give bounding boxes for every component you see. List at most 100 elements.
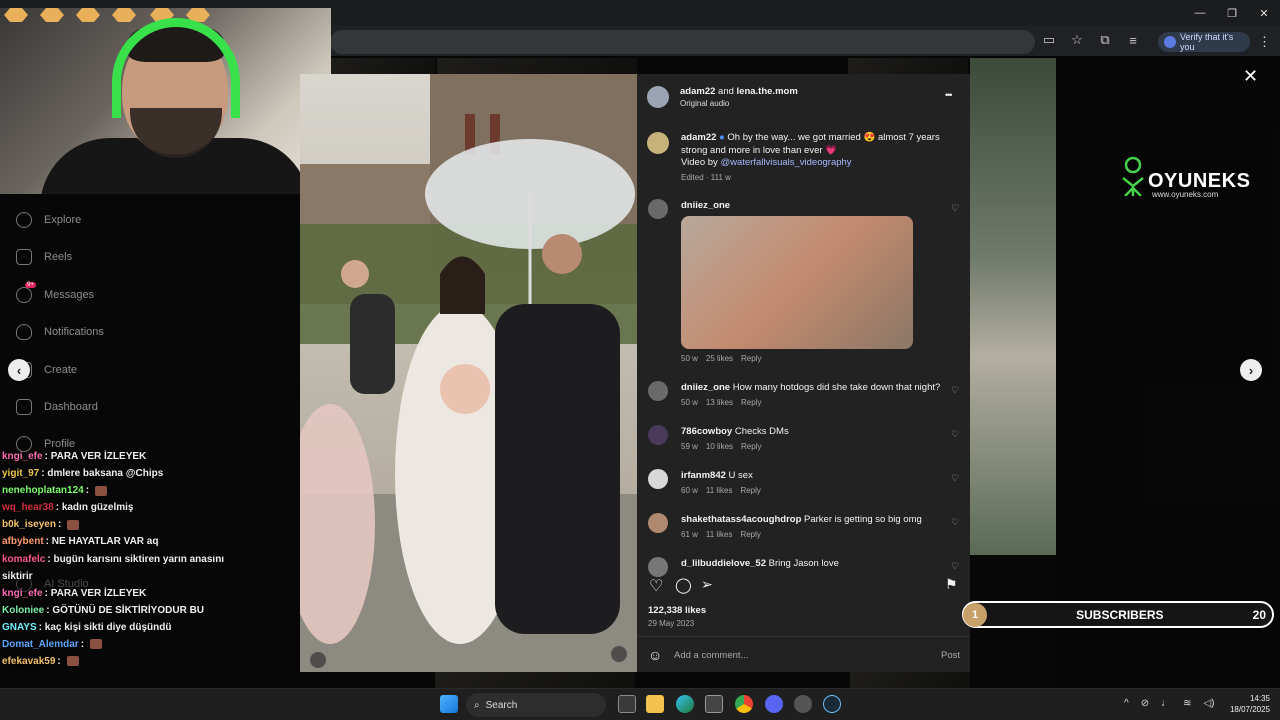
like-count[interactable]: 122,338 likes: [648, 605, 706, 616]
volume-icon[interactable]: ◁): [1203, 698, 1214, 709]
browser-menu-icon[interactable]: ⋮: [1258, 34, 1271, 50]
avatar[interactable]: [648, 513, 668, 533]
clock[interactable]: 14:35 18/07/2025: [1222, 693, 1270, 715]
chat-username[interactable]: kngi_efe: [2, 588, 43, 599]
chat-username[interactable]: Domat_Alemdar: [2, 639, 79, 650]
reply-button[interactable]: Reply: [740, 486, 760, 495]
comment-icon[interactable]: ◯: [675, 576, 692, 594]
comment-username[interactable]: d_lilbuddielove_52: [681, 558, 766, 569]
verify-identity-button[interactable]: Verify that it's you: [1158, 32, 1250, 52]
chat-username[interactable]: GNAYS: [2, 622, 37, 633]
minimize-button[interactable]: —: [1184, 2, 1216, 24]
comment-like-icon[interactable]: ♡: [951, 473, 959, 484]
taskbar-search[interactable]: ⌕ Search: [466, 693, 606, 717]
comment-time: 50 w: [681, 398, 698, 407]
reply-button[interactable]: Reply: [741, 354, 761, 363]
post-video[interactable]: [300, 74, 637, 672]
start-icon[interactable]: [440, 695, 458, 713]
save-icon[interactable]: ⚑: [945, 576, 958, 593]
chat-username[interactable]: b0k_iseyen: [2, 519, 56, 530]
author-username[interactable]: adam22: [680, 86, 715, 97]
close-window-button[interactable]: ✕: [1248, 2, 1280, 24]
next-post-button[interactable]: ›: [1240, 359, 1262, 381]
chat-username[interactable]: wq_hear38: [2, 502, 54, 513]
sponsor-logo: OYUNEKS www.oyuneks.com: [1118, 156, 1250, 206]
comment-like-icon[interactable]: ♡: [951, 517, 959, 528]
avatar[interactable]: [648, 381, 668, 401]
comment-like-icon[interactable]: ♡: [951, 385, 959, 396]
comment-input[interactable]: Add a comment...: [674, 650, 748, 661]
comment-like-icon[interactable]: ♡: [951, 561, 959, 572]
edge-icon[interactable]: [676, 695, 694, 713]
previous-post-button[interactable]: ‹: [8, 359, 30, 381]
avatar[interactable]: [648, 199, 668, 219]
avatar[interactable]: [648, 469, 668, 489]
emoji-icon[interactable]: ☺: [648, 647, 662, 663]
file-explorer-icon[interactable]: [646, 695, 664, 713]
caption-username[interactable]: adam22: [681, 132, 716, 143]
network-icon[interactable]: ⊘: [1141, 698, 1149, 709]
comment-username[interactable]: dniiez_one: [681, 382, 730, 393]
comment-time: 61 w: [681, 530, 698, 539]
avatar[interactable]: [647, 132, 669, 154]
chat-username[interactable]: komafelc: [2, 554, 45, 565]
avatar[interactable]: [648, 425, 668, 445]
comment-username[interactable]: shakethatass4acoughdrop: [681, 514, 801, 525]
microphone-icon[interactable]: ♩: [1161, 698, 1171, 709]
discord-icon[interactable]: [765, 695, 783, 713]
reading-list-icon[interactable]: ≡: [1124, 33, 1142, 48]
more-options-icon[interactable]: •••: [945, 90, 953, 100]
comment-likes[interactable]: 11 likes: [706, 530, 733, 539]
comment-likes[interactable]: 10 likes: [706, 442, 733, 451]
close-modal-button[interactable]: ✕: [1243, 66, 1258, 87]
chat-username[interactable]: yigit_97: [2, 468, 39, 479]
comment-username[interactable]: irfanm842: [681, 470, 726, 481]
comment-likes[interactable]: 13 likes: [706, 398, 733, 407]
share-icon[interactable]: ➢: [701, 576, 713, 593]
reply-button[interactable]: Reply: [741, 442, 761, 451]
comment-gif[interactable]: [681, 216, 913, 349]
sidebar-item-notifications[interactable]: Notifications: [16, 324, 104, 340]
comment-likes[interactable]: 25 likes: [706, 354, 733, 363]
chrome-icon[interactable]: [735, 695, 753, 713]
comment-likes[interactable]: 11 likes: [706, 486, 733, 495]
sidebar-item-reels[interactable]: Reels: [16, 249, 72, 265]
chat-username[interactable]: nenehoplatan124: [2, 485, 84, 496]
like-icon[interactable]: ♡: [649, 576, 663, 596]
sidebar-item-dashboard[interactable]: Dashboard: [16, 399, 98, 415]
post-comment-button[interactable]: Post: [941, 650, 960, 661]
comment-like-icon[interactable]: ♡: [951, 429, 959, 440]
chevron-up-icon[interactable]: ^: [1124, 698, 1129, 709]
chat-text: dmlere baksana @Chips: [47, 468, 164, 480]
steam-icon[interactable]: [823, 695, 841, 713]
chat-username[interactable]: afbybent: [2, 536, 44, 547]
reply-button[interactable]: Reply: [740, 530, 760, 539]
comment-like-icon[interactable]: ♡: [951, 203, 959, 214]
task-view-icon[interactable]: [618, 695, 636, 713]
app-icon[interactable]: [794, 695, 812, 713]
chat-text: siktirir: [2, 570, 33, 582]
sidebar-item-explore[interactable]: Explore: [16, 212, 81, 228]
chat-username[interactable]: Koloniee: [2, 605, 44, 616]
install-app-icon[interactable]: ▭: [1040, 32, 1058, 48]
comment-username[interactable]: 786cowboy: [681, 426, 732, 437]
reply-button[interactable]: Reply: [741, 398, 761, 407]
avatar[interactable]: [648, 557, 668, 577]
caption-video-prefix: Video by: [681, 157, 718, 168]
extensions-icon[interactable]: ⧉: [1096, 32, 1114, 48]
chat-username[interactable]: kngi_efe: [2, 451, 43, 462]
avatar[interactable]: [647, 86, 669, 108]
bookmark-star-icon[interactable]: ☆: [1068, 32, 1086, 48]
profile-avatar-icon: [1164, 36, 1176, 48]
address-bar[interactable]: [330, 30, 1035, 54]
chevron-left-icon: ‹: [16, 362, 22, 378]
store-icon[interactable]: [705, 695, 723, 713]
restore-button[interactable]: ❐: [1216, 2, 1248, 24]
comment-username[interactable]: dniiez_one: [681, 200, 730, 211]
audio-label[interactable]: Original audio: [680, 99, 729, 108]
wifi-icon[interactable]: ≋: [1183, 698, 1191, 709]
chat-username[interactable]: efekavak59: [2, 656, 55, 667]
coauthor-username[interactable]: lena.the.mom: [737, 86, 798, 97]
videographer-link[interactable]: @waterfallvisuals_videography: [720, 157, 851, 168]
sidebar-item-messages[interactable]: 9+ Messages: [16, 282, 94, 303]
